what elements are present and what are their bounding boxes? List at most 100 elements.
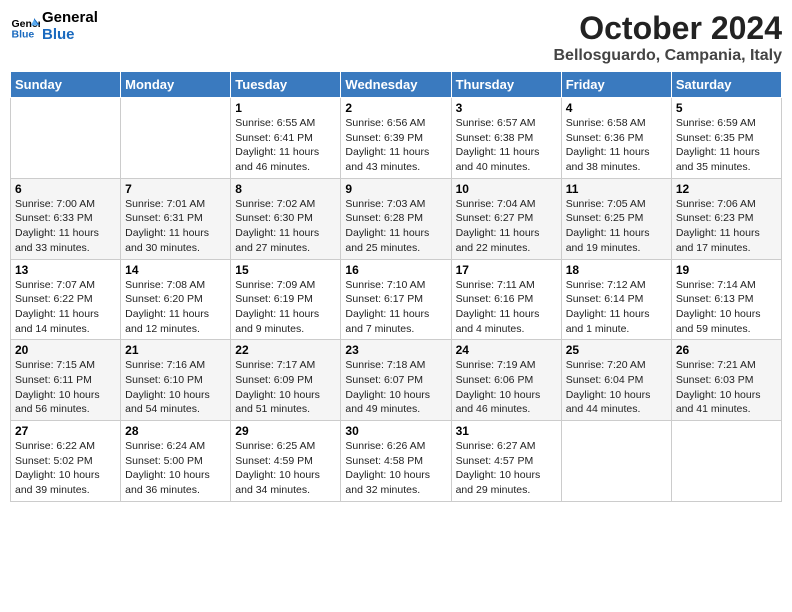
day-number: 9 bbox=[345, 182, 446, 196]
calendar-cell: 22Sunrise: 7:17 AMSunset: 6:09 PMDayligh… bbox=[231, 340, 341, 421]
day-number: 3 bbox=[456, 101, 557, 115]
day-info: Sunrise: 7:00 AMSunset: 6:33 PMDaylight:… bbox=[15, 197, 116, 256]
day-number: 26 bbox=[676, 343, 777, 357]
day-of-week-header: Friday bbox=[561, 72, 671, 98]
calendar-cell: 8Sunrise: 7:02 AMSunset: 6:30 PMDaylight… bbox=[231, 178, 341, 259]
day-info: Sunrise: 7:08 AMSunset: 6:20 PMDaylight:… bbox=[125, 278, 226, 337]
day-number: 20 bbox=[15, 343, 116, 357]
calendar-cell: 18Sunrise: 7:12 AMSunset: 6:14 PMDayligh… bbox=[561, 259, 671, 340]
day-number: 19 bbox=[676, 263, 777, 277]
calendar-cell: 4Sunrise: 6:58 AMSunset: 6:36 PMDaylight… bbox=[561, 98, 671, 179]
calendar-table: SundayMondayTuesdayWednesdayThursdayFrid… bbox=[10, 71, 782, 502]
calendar-cell: 29Sunrise: 6:25 AMSunset: 4:59 PMDayligh… bbox=[231, 421, 341, 502]
calendar-cell: 25Sunrise: 7:20 AMSunset: 6:04 PMDayligh… bbox=[561, 340, 671, 421]
logo-icon: General Blue bbox=[10, 12, 40, 42]
day-info: Sunrise: 7:01 AMSunset: 6:31 PMDaylight:… bbox=[125, 197, 226, 256]
day-number: 16 bbox=[345, 263, 446, 277]
day-info: Sunrise: 6:27 AMSunset: 4:57 PMDaylight:… bbox=[456, 439, 557, 498]
day-number: 28 bbox=[125, 424, 226, 438]
day-number: 4 bbox=[566, 101, 667, 115]
day-info: Sunrise: 7:20 AMSunset: 6:04 PMDaylight:… bbox=[566, 358, 667, 417]
day-number: 14 bbox=[125, 263, 226, 277]
day-info: Sunrise: 7:11 AMSunset: 6:16 PMDaylight:… bbox=[456, 278, 557, 337]
calendar-cell bbox=[121, 98, 231, 179]
calendar-cell: 21Sunrise: 7:16 AMSunset: 6:10 PMDayligh… bbox=[121, 340, 231, 421]
day-number: 1 bbox=[235, 101, 336, 115]
day-number: 29 bbox=[235, 424, 336, 438]
calendar-cell: 14Sunrise: 7:08 AMSunset: 6:20 PMDayligh… bbox=[121, 259, 231, 340]
day-info: Sunrise: 7:12 AMSunset: 6:14 PMDaylight:… bbox=[566, 278, 667, 337]
day-of-week-header: Sunday bbox=[11, 72, 121, 98]
day-info: Sunrise: 7:02 AMSunset: 6:30 PMDaylight:… bbox=[235, 197, 336, 256]
day-number: 7 bbox=[125, 182, 226, 196]
calendar-cell: 5Sunrise: 6:59 AMSunset: 6:35 PMDaylight… bbox=[671, 98, 781, 179]
calendar-cell: 7Sunrise: 7:01 AMSunset: 6:31 PMDaylight… bbox=[121, 178, 231, 259]
day-info: Sunrise: 7:07 AMSunset: 6:22 PMDaylight:… bbox=[15, 278, 116, 337]
day-info: Sunrise: 7:16 AMSunset: 6:10 PMDaylight:… bbox=[125, 358, 226, 417]
calendar-cell: 9Sunrise: 7:03 AMSunset: 6:28 PMDaylight… bbox=[341, 178, 451, 259]
calendar-header-row: SundayMondayTuesdayWednesdayThursdayFrid… bbox=[11, 72, 782, 98]
day-info: Sunrise: 7:03 AMSunset: 6:28 PMDaylight:… bbox=[345, 197, 446, 256]
day-number: 13 bbox=[15, 263, 116, 277]
day-info: Sunrise: 7:09 AMSunset: 6:19 PMDaylight:… bbox=[235, 278, 336, 337]
calendar-cell: 11Sunrise: 7:05 AMSunset: 6:25 PMDayligh… bbox=[561, 178, 671, 259]
calendar-cell bbox=[11, 98, 121, 179]
day-number: 30 bbox=[345, 424, 446, 438]
day-info: Sunrise: 7:14 AMSunset: 6:13 PMDaylight:… bbox=[676, 278, 777, 337]
day-info: Sunrise: 6:59 AMSunset: 6:35 PMDaylight:… bbox=[676, 116, 777, 175]
calendar-body: 1Sunrise: 6:55 AMSunset: 6:41 PMDaylight… bbox=[11, 98, 782, 502]
calendar-cell: 31Sunrise: 6:27 AMSunset: 4:57 PMDayligh… bbox=[451, 421, 561, 502]
day-info: Sunrise: 7:15 AMSunset: 6:11 PMDaylight:… bbox=[15, 358, 116, 417]
day-number: 5 bbox=[676, 101, 777, 115]
calendar-cell: 2Sunrise: 6:56 AMSunset: 6:39 PMDaylight… bbox=[341, 98, 451, 179]
day-number: 8 bbox=[235, 182, 336, 196]
logo-general-text: General bbox=[42, 10, 98, 27]
calendar-cell: 12Sunrise: 7:06 AMSunset: 6:23 PMDayligh… bbox=[671, 178, 781, 259]
calendar-cell bbox=[671, 421, 781, 502]
day-info: Sunrise: 6:24 AMSunset: 5:00 PMDaylight:… bbox=[125, 439, 226, 498]
day-number: 6 bbox=[15, 182, 116, 196]
calendar-cell bbox=[561, 421, 671, 502]
day-number: 10 bbox=[456, 182, 557, 196]
calendar-cell: 20Sunrise: 7:15 AMSunset: 6:11 PMDayligh… bbox=[11, 340, 121, 421]
day-number: 23 bbox=[345, 343, 446, 357]
day-info: Sunrise: 7:21 AMSunset: 6:03 PMDaylight:… bbox=[676, 358, 777, 417]
calendar-cell: 24Sunrise: 7:19 AMSunset: 6:06 PMDayligh… bbox=[451, 340, 561, 421]
day-number: 27 bbox=[15, 424, 116, 438]
calendar-week-row: 27Sunrise: 6:22 AMSunset: 5:02 PMDayligh… bbox=[11, 421, 782, 502]
calendar-cell: 10Sunrise: 7:04 AMSunset: 6:27 PMDayligh… bbox=[451, 178, 561, 259]
day-info: Sunrise: 6:22 AMSunset: 5:02 PMDaylight:… bbox=[15, 439, 116, 498]
calendar-week-row: 6Sunrise: 7:00 AMSunset: 6:33 PMDaylight… bbox=[11, 178, 782, 259]
calendar-cell: 26Sunrise: 7:21 AMSunset: 6:03 PMDayligh… bbox=[671, 340, 781, 421]
day-of-week-header: Wednesday bbox=[341, 72, 451, 98]
day-of-week-header: Monday bbox=[121, 72, 231, 98]
day-number: 22 bbox=[235, 343, 336, 357]
day-info: Sunrise: 6:25 AMSunset: 4:59 PMDaylight:… bbox=[235, 439, 336, 498]
month-title: October 2024 bbox=[554, 10, 783, 47]
day-info: Sunrise: 7:04 AMSunset: 6:27 PMDaylight:… bbox=[456, 197, 557, 256]
day-number: 17 bbox=[456, 263, 557, 277]
day-info: Sunrise: 7:10 AMSunset: 6:17 PMDaylight:… bbox=[345, 278, 446, 337]
calendar-cell: 23Sunrise: 7:18 AMSunset: 6:07 PMDayligh… bbox=[341, 340, 451, 421]
day-number: 2 bbox=[345, 101, 446, 115]
day-info: Sunrise: 7:06 AMSunset: 6:23 PMDaylight:… bbox=[676, 197, 777, 256]
location-title: Bellosguardo, Campania, Italy bbox=[554, 47, 783, 65]
day-info: Sunrise: 6:55 AMSunset: 6:41 PMDaylight:… bbox=[235, 116, 336, 175]
calendar-cell: 3Sunrise: 6:57 AMSunset: 6:38 PMDaylight… bbox=[451, 98, 561, 179]
day-info: Sunrise: 6:57 AMSunset: 6:38 PMDaylight:… bbox=[456, 116, 557, 175]
day-info: Sunrise: 7:05 AMSunset: 6:25 PMDaylight:… bbox=[566, 197, 667, 256]
day-number: 12 bbox=[676, 182, 777, 196]
page-header: General Blue General Blue October 2024 B… bbox=[10, 10, 782, 65]
calendar-week-row: 1Sunrise: 6:55 AMSunset: 6:41 PMDaylight… bbox=[11, 98, 782, 179]
calendar-cell: 1Sunrise: 6:55 AMSunset: 6:41 PMDaylight… bbox=[231, 98, 341, 179]
day-of-week-header: Thursday bbox=[451, 72, 561, 98]
day-of-week-header: Saturday bbox=[671, 72, 781, 98]
calendar-cell: 15Sunrise: 7:09 AMSunset: 6:19 PMDayligh… bbox=[231, 259, 341, 340]
svg-text:Blue: Blue bbox=[12, 28, 35, 40]
day-info: Sunrise: 6:56 AMSunset: 6:39 PMDaylight:… bbox=[345, 116, 446, 175]
calendar-cell: 13Sunrise: 7:07 AMSunset: 6:22 PMDayligh… bbox=[11, 259, 121, 340]
logo-blue-text: Blue bbox=[42, 27, 98, 44]
calendar-week-row: 20Sunrise: 7:15 AMSunset: 6:11 PMDayligh… bbox=[11, 340, 782, 421]
calendar-cell: 17Sunrise: 7:11 AMSunset: 6:16 PMDayligh… bbox=[451, 259, 561, 340]
day-number: 24 bbox=[456, 343, 557, 357]
